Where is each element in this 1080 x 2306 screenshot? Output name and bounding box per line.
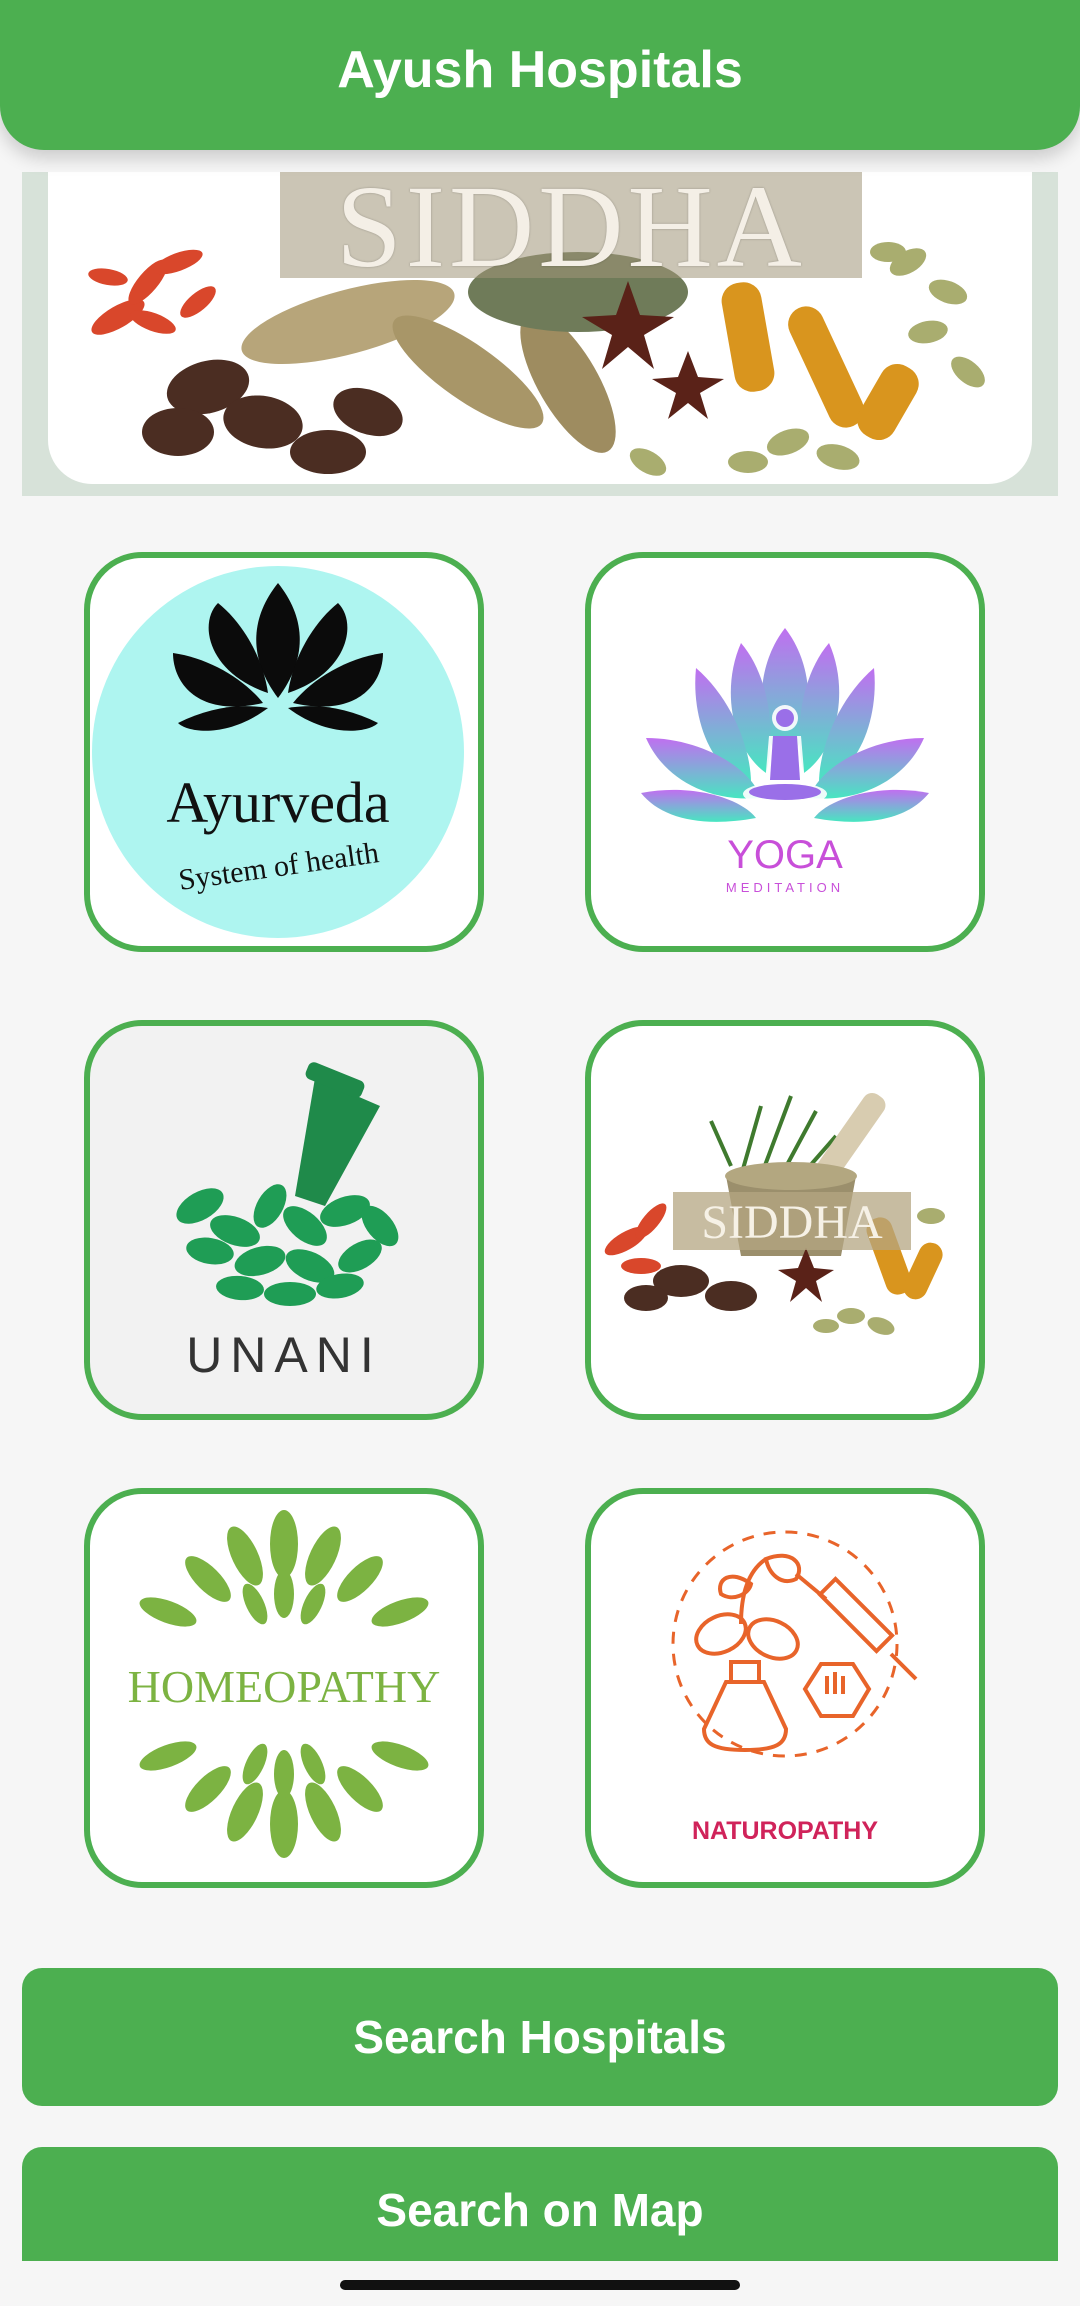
siddha-title: SIDDHA <box>701 1196 883 1249</box>
naturopathy-icon: NATUROPATHY <box>671 1530 918 1845</box>
mortar-pestle-icon: UNANI <box>176 1062 399 1383</box>
tile-naturopathy[interactable]: NATUROPATHY <box>585 1488 985 1888</box>
search-on-map-button[interactable]: Search on Map <box>22 2147 1058 2261</box>
tile-ayurveda[interactable]: Ayurveda System of health <box>84 552 484 952</box>
tile-yoga[interactable]: YOGA MEDITATION <box>585 552 985 952</box>
banner-title: SIDDHA <box>336 172 806 292</box>
banner-image: SIDDHA <box>22 172 1058 496</box>
ayurveda-logo-icon: Ayurveda System of health <box>92 566 464 938</box>
app-bar: Ayush Hospitals <box>0 0 1080 150</box>
yoga-title: YOGA <box>727 833 843 877</box>
tile-unani[interactable]: UNANI <box>84 1020 484 1420</box>
home-indicator[interactable] <box>340 2280 740 2290</box>
yoga-subtitle: MEDITATION <box>726 880 844 895</box>
siddha-spices-icon: SIDDHA <box>604 1092 945 1335</box>
banner-title-box: SIDDHA <box>280 172 862 286</box>
ayurveda-title: Ayurveda <box>166 770 389 835</box>
search-hospitals-button[interactable]: Search Hospitals <box>22 1968 1058 2106</box>
app-title: Ayush Hospitals <box>337 41 743 99</box>
naturopathy-title: NATUROPATHY <box>692 1817 878 1845</box>
tile-siddha[interactable]: SIDDHA <box>585 1020 985 1420</box>
homeopathy-title: HOMEOPATHY <box>128 1661 441 1712</box>
tile-homeopathy[interactable]: HOMEOPATHY <box>84 1488 484 1888</box>
yoga-meditation-icon: YOGA MEDITATION <box>641 628 929 895</box>
homeopathy-leaves-icon: HOMEOPATHY <box>128 1510 441 1858</box>
unani-title: UNANI <box>186 1327 382 1383</box>
banner-card: SIDDHA <box>48 172 1032 484</box>
